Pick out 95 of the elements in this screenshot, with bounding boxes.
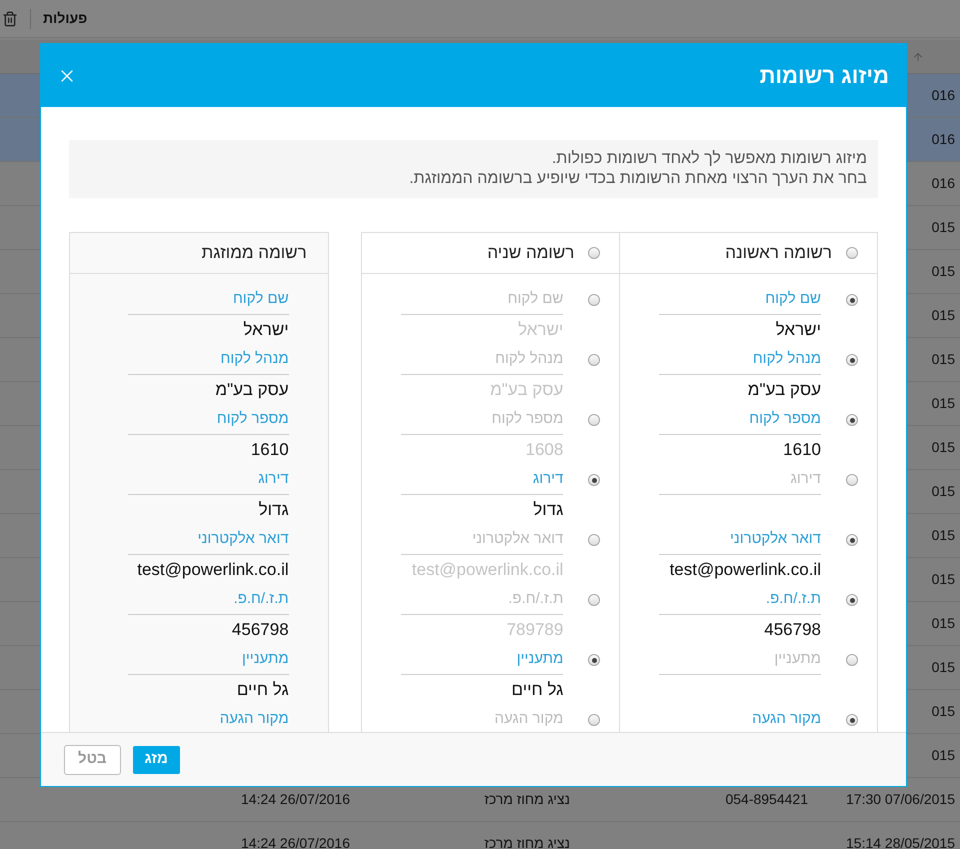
field-label: דואר אלקטרוני	[730, 529, 821, 550]
trash-icon[interactable]	[2, 10, 18, 26]
table-cell-text: 054-8954421	[725, 790, 808, 809]
radio-button[interactable]	[846, 594, 858, 606]
field-value: 456798	[232, 619, 289, 642]
field-label: מתעניין	[242, 649, 289, 670]
field-label: דירוג	[790, 469, 821, 490]
table-cell-text: 14:24 26/07/2016	[241, 834, 350, 849]
table-cell-text: 015	[932, 482, 955, 501]
column-title: רשומה ממוזגת	[202, 242, 307, 264]
table-cell-text: 015	[932, 658, 955, 677]
radio-button[interactable]	[588, 594, 600, 606]
field-label: מנהל לקוח	[752, 349, 821, 370]
field-value: ישראל	[518, 319, 564, 342]
field-label: מנהל לקוח	[495, 349, 564, 370]
field-label: דירוג	[258, 469, 289, 490]
toolbar-label: פעולות	[43, 9, 88, 28]
radio-button[interactable]	[588, 354, 600, 366]
field-label: מקור הגעה	[494, 709, 564, 730]
field-label: ת.ז./ח.פ.	[508, 589, 564, 610]
column-title: רשומה ראשונה	[725, 242, 832, 264]
radio-button[interactable]	[588, 294, 600, 306]
radio-button[interactable]	[588, 247, 600, 259]
radio-button[interactable]	[588, 534, 600, 546]
table-cell-text: 015	[932, 306, 955, 325]
radio-button[interactable]	[846, 247, 858, 259]
table-cell-text: נציג מחוז מרכז	[484, 834, 570, 849]
radio-button[interactable]	[846, 354, 858, 366]
merge-button[interactable]: מזג	[132, 746, 180, 774]
cancel-button[interactable]: בטל	[64, 744, 120, 774]
field-label: מספר לקוח	[216, 409, 289, 430]
info-text: בחר את הערך הרצוי מאחת הרשומות בכדי שיופיע ברשומה הממוזגת.	[408, 169, 867, 189]
field-value: גל חיים	[512, 679, 564, 702]
field-label: ת.ז./ח.פ.	[766, 589, 821, 610]
table-cell-text: נציג מחוז מרכז	[484, 790, 570, 809]
field-value: גדול	[533, 499, 564, 522]
table-cell-text: 015	[932, 262, 955, 281]
radio-button[interactable]	[846, 414, 858, 426]
field-value: גל חיים	[236, 679, 289, 702]
radio-button[interactable]	[846, 534, 858, 546]
field-value: עסק בע"מ	[748, 379, 821, 402]
dialog-title: מיזוג רשומות	[760, 62, 889, 90]
field-label: מקור הגעה	[220, 709, 289, 730]
table-cell-text: 015	[932, 570, 955, 589]
sort-icon[interactable]	[912, 50, 924, 62]
field-value: ישראל	[243, 319, 289, 342]
field-label: דירוג	[532, 469, 564, 490]
field-value: ישראל	[776, 319, 821, 342]
field-value: test@powerlink.co.il	[137, 559, 289, 582]
radio-button[interactable]	[846, 294, 858, 306]
field-label: דואר אלקטרוני	[198, 529, 289, 550]
table-cell-text: 015	[932, 394, 955, 413]
column-title: רשומה שניה	[487, 242, 574, 264]
table-cell-text: 015	[932, 746, 955, 765]
radio-button[interactable]	[846, 474, 858, 486]
field-label: מקור הגעה	[752, 709, 821, 730]
radio-button[interactable]	[588, 654, 600, 666]
field-label: שם לקוח	[765, 289, 821, 310]
field-label: שם לקוח	[232, 289, 289, 310]
field-value: 456798	[764, 619, 821, 642]
field-label: מספר לקוח	[492, 409, 564, 430]
table-cell-text: 016	[932, 174, 955, 193]
field-value: 1610	[783, 439, 821, 462]
field-label: מספר לקוח	[749, 409, 821, 430]
radio-button[interactable]	[588, 414, 600, 426]
table-cell-text: 15:14 28/05/2015	[846, 834, 955, 849]
field-value: גדול	[258, 499, 289, 522]
field-value: עסק בע"מ	[490, 379, 564, 402]
radio-button[interactable]	[588, 474, 600, 486]
info-text: מיזוג רשומות מאפשר לך לאחד רשומות כפולות.	[550, 149, 867, 169]
field-value: 1610	[250, 439, 289, 462]
field-value: 789789	[506, 619, 564, 642]
field-label: ת.ז./ח.פ.	[234, 589, 289, 610]
field-label: מתעניין	[774, 649, 821, 670]
field-label: מנהל לקוח	[220, 349, 289, 370]
field-value: test@powerlink.co.il	[412, 559, 564, 582]
table-cell-text: 015	[932, 526, 955, 545]
field-label: דואר אלקטרוני	[472, 529, 564, 550]
field-label: שם לקוח	[508, 289, 564, 310]
table-cell-text: 14:24 26/07/2016	[241, 790, 350, 809]
table-cell-text: 016	[932, 130, 955, 149]
table-cell-text: 015	[932, 702, 955, 721]
radio-button[interactable]	[846, 654, 858, 666]
field-label: מתעניין	[516, 649, 564, 670]
table-cell-text: 015	[932, 614, 955, 633]
field-value: test@powerlink.co.il	[670, 559, 821, 582]
field-value: עסק בע"מ	[215, 379, 289, 402]
radio-button[interactable]	[588, 714, 600, 726]
radio-button[interactable]	[846, 714, 858, 726]
table-cell-text: 015	[932, 438, 955, 457]
table-cell-text: 015	[932, 218, 955, 237]
table-cell-text: 015	[932, 350, 955, 369]
field-value: 1608	[526, 439, 564, 462]
table-cell-text: 17:30 07/06/2015	[846, 790, 955, 809]
table-cell-text: 016	[932, 86, 955, 105]
